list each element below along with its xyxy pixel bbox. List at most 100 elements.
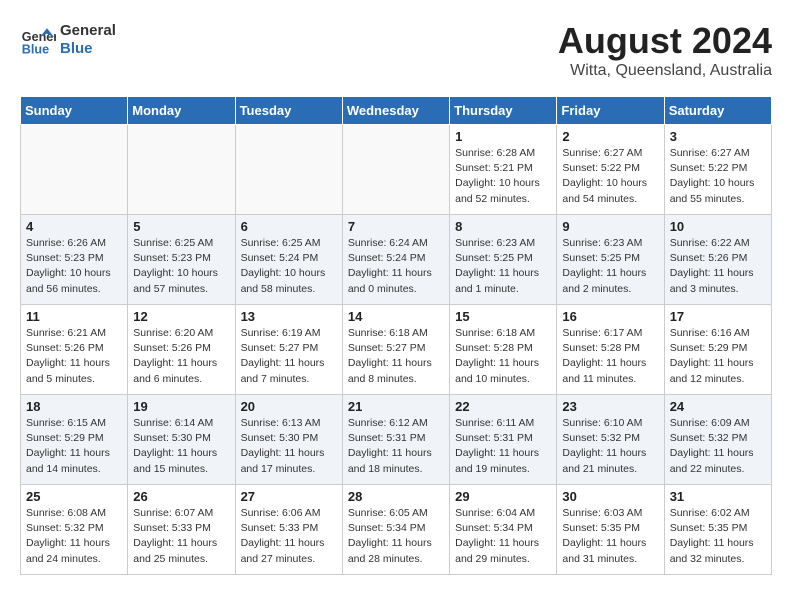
- cell-info: Sunrise: 6:26 AM Sunset: 5:23 PM Dayligh…: [26, 236, 122, 297]
- calendar-cell: 5Sunrise: 6:25 AM Sunset: 5:23 PM Daylig…: [128, 215, 235, 305]
- calendar-body: 1Sunrise: 6:28 AM Sunset: 5:21 PM Daylig…: [21, 125, 772, 575]
- cell-info: Sunrise: 6:14 AM Sunset: 5:30 PM Dayligh…: [133, 416, 229, 477]
- day-number: 16: [562, 309, 658, 324]
- header-day-friday: Friday: [557, 97, 664, 125]
- header-row: SundayMondayTuesdayWednesdayThursdayFrid…: [21, 97, 772, 125]
- cell-info: Sunrise: 6:23 AM Sunset: 5:25 PM Dayligh…: [562, 236, 658, 297]
- cell-info: Sunrise: 6:18 AM Sunset: 5:28 PM Dayligh…: [455, 326, 551, 387]
- cell-info: Sunrise: 6:23 AM Sunset: 5:25 PM Dayligh…: [455, 236, 551, 297]
- calendar-cell: 28 Sunrise: 6:05 AM Sunset: 5:34 PM Dayli…: [342, 485, 449, 575]
- calendar-cell: 7 Sunrise: 6:24 AM Sunset: 5:24 PM Daylig…: [342, 215, 449, 305]
- day-number: 5: [133, 219, 229, 234]
- calendar-cell: 24Sunrise: 6:09 AM Sunset: 5:32 PM Dayli…: [664, 395, 771, 485]
- header-day-tuesday: Tuesday: [235, 97, 342, 125]
- day-number: 25: [26, 489, 122, 504]
- day-number: 7: [348, 219, 444, 234]
- day-number: 9: [562, 219, 658, 234]
- cell-info: Sunrise: 6:27 AM Sunset: 5:22 PM Dayligh…: [670, 146, 766, 207]
- cell-info: Sunrise: 6:27 AM Sunset: 5:22 PM Dayligh…: [562, 146, 658, 207]
- calendar-cell: [21, 125, 128, 215]
- calendar-cell: 22 Sunrise: 6:11 AM Sunset: 5:31 PM Dayli…: [450, 395, 557, 485]
- cell-info: Sunrise: 6:28 AM Sunset: 5:21 PM Dayligh…: [455, 146, 551, 207]
- title-block: August 2024 Witta, Queensland, Australia: [558, 20, 772, 80]
- calendar-cell: 20Sunrise: 6:13 AM Sunset: 5:30 PM Dayli…: [235, 395, 342, 485]
- header-day-saturday: Saturday: [664, 97, 771, 125]
- calendar-cell: 3 Sunrise: 6:27 AM Sunset: 5:22 PM Daylig…: [664, 125, 771, 215]
- day-number: 31: [670, 489, 766, 504]
- cell-info: Sunrise: 6:17 AM Sunset: 5:28 PM Dayligh…: [562, 326, 658, 387]
- calendar-cell: 21 Sunrise: 6:12 AM Sunset: 5:31 PM Dayli…: [342, 395, 449, 485]
- calendar-cell: 29 Sunrise: 6:04 AM Sunset: 5:34 PM Dayli…: [450, 485, 557, 575]
- cell-info: Sunrise: 6:19 AM Sunset: 5:27 PM Dayligh…: [241, 326, 337, 387]
- day-number: 27: [241, 489, 337, 504]
- calendar-cell: 13Sunrise: 6:19 AM Sunset: 5:27 PM Dayli…: [235, 305, 342, 395]
- day-number: 19: [133, 399, 229, 414]
- cell-info: Sunrise: 6:24 AM Sunset: 5:24 PM Dayligh…: [348, 236, 444, 297]
- day-number: 22: [455, 399, 551, 414]
- day-number: 10: [670, 219, 766, 234]
- day-number: 18: [26, 399, 122, 414]
- day-number: 3: [670, 129, 766, 144]
- calendar-week-5: 25 Sunrise: 6:08 AM Sunset: 5:32 PM Dayli…: [21, 485, 772, 575]
- day-number: 8: [455, 219, 551, 234]
- day-number: 17: [670, 309, 766, 324]
- header-day-thursday: Thursday: [450, 97, 557, 125]
- calendar-cell: 2 Sunrise: 6:27 AM Sunset: 5:22 PM Daylig…: [557, 125, 664, 215]
- day-number: 20: [241, 399, 337, 414]
- cell-info: Sunrise: 6:18 AM Sunset: 5:27 PM Dayligh…: [348, 326, 444, 387]
- day-number: 30: [562, 489, 658, 504]
- location-subtitle: Witta, Queensland, Australia: [558, 62, 772, 80]
- header-day-wednesday: Wednesday: [342, 97, 449, 125]
- header-day-sunday: Sunday: [21, 97, 128, 125]
- day-number: 2: [562, 129, 658, 144]
- svg-text:Blue: Blue: [22, 42, 49, 56]
- calendar-cell: 12 Sunrise: 6:20 AM Sunset: 5:26 PM Dayli…: [128, 305, 235, 395]
- calendar-cell: 27 Sunrise: 6:06 AM Sunset: 5:33 PM Dayli…: [235, 485, 342, 575]
- calendar-cell: [235, 125, 342, 215]
- calendar-cell: 17Sunrise: 6:16 AM Sunset: 5:29 PM Dayli…: [664, 305, 771, 395]
- calendar-week-2: 4Sunrise: 6:26 AM Sunset: 5:23 PM Daylig…: [21, 215, 772, 305]
- cell-info: Sunrise: 6:12 AM Sunset: 5:31 PM Dayligh…: [348, 416, 444, 477]
- calendar-cell: 6 Sunrise: 6:25 AM Sunset: 5:24 PM Daylig…: [235, 215, 342, 305]
- cell-info: Sunrise: 6:06 AM Sunset: 5:33 PM Dayligh…: [241, 506, 337, 567]
- cell-info: Sunrise: 6:07 AM Sunset: 5:33 PM Dayligh…: [133, 506, 229, 567]
- cell-info: Sunrise: 6:11 AM Sunset: 5:31 PM Dayligh…: [455, 416, 551, 477]
- day-number: 15: [455, 309, 551, 324]
- calendar-cell: [342, 125, 449, 215]
- cell-info: Sunrise: 6:09 AM Sunset: 5:32 PM Dayligh…: [670, 416, 766, 477]
- calendar-cell: 9 Sunrise: 6:23 AM Sunset: 5:25 PM Daylig…: [557, 215, 664, 305]
- day-number: 29: [455, 489, 551, 504]
- calendar-week-1: 1Sunrise: 6:28 AM Sunset: 5:21 PM Daylig…: [21, 125, 772, 215]
- cell-info: Sunrise: 6:22 AM Sunset: 5:26 PM Dayligh…: [670, 236, 766, 297]
- day-number: 6: [241, 219, 337, 234]
- day-number: 26: [133, 489, 229, 504]
- calendar-table: SundayMondayTuesdayWednesdayThursdayFrid…: [20, 96, 772, 575]
- calendar-cell: 10 Sunrise: 6:22 AM Sunset: 5:26 PM Dayli…: [664, 215, 771, 305]
- calendar-cell: 15 Sunrise: 6:18 AM Sunset: 5:28 PM Dayli…: [450, 305, 557, 395]
- calendar-cell: 1Sunrise: 6:28 AM Sunset: 5:21 PM Daylig…: [450, 125, 557, 215]
- day-number: 14: [348, 309, 444, 324]
- day-number: 23: [562, 399, 658, 414]
- cell-info: Sunrise: 6:03 AM Sunset: 5:35 PM Dayligh…: [562, 506, 658, 567]
- cell-info: Sunrise: 6:08 AM Sunset: 5:32 PM Dayligh…: [26, 506, 122, 567]
- calendar-cell: 16 Sunrise: 6:17 AM Sunset: 5:28 PM Dayli…: [557, 305, 664, 395]
- calendar-cell: 11Sunrise: 6:21 AM Sunset: 5:26 PM Dayli…: [21, 305, 128, 395]
- calendar-cell: 8 Sunrise: 6:23 AM Sunset: 5:25 PM Daylig…: [450, 215, 557, 305]
- day-number: 12: [133, 309, 229, 324]
- page-header: General Blue General Blue August 2024 Wi…: [20, 20, 772, 80]
- cell-info: Sunrise: 6:20 AM Sunset: 5:26 PM Dayligh…: [133, 326, 229, 387]
- cell-info: Sunrise: 6:10 AM Sunset: 5:32 PM Dayligh…: [562, 416, 658, 477]
- cell-info: Sunrise: 6:05 AM Sunset: 5:34 PM Dayligh…: [348, 506, 444, 567]
- calendar-cell: 19 Sunrise: 6:14 AM Sunset: 5:30 PM Dayli…: [128, 395, 235, 485]
- calendar-cell: [128, 125, 235, 215]
- calendar-cell: 4Sunrise: 6:26 AM Sunset: 5:23 PM Daylig…: [21, 215, 128, 305]
- day-number: 21: [348, 399, 444, 414]
- calendar-cell: 14 Sunrise: 6:18 AM Sunset: 5:27 PM Dayli…: [342, 305, 449, 395]
- day-number: 28: [348, 489, 444, 504]
- logo-icon: General Blue: [20, 21, 56, 57]
- cell-info: Sunrise: 6:04 AM Sunset: 5:34 PM Dayligh…: [455, 506, 551, 567]
- calendar-cell: 26 Sunrise: 6:07 AM Sunset: 5:33 PM Dayli…: [128, 485, 235, 575]
- cell-info: Sunrise: 6:25 AM Sunset: 5:24 PM Dayligh…: [241, 236, 337, 297]
- header-day-monday: Monday: [128, 97, 235, 125]
- cell-info: Sunrise: 6:02 AM Sunset: 5:35 PM Dayligh…: [670, 506, 766, 567]
